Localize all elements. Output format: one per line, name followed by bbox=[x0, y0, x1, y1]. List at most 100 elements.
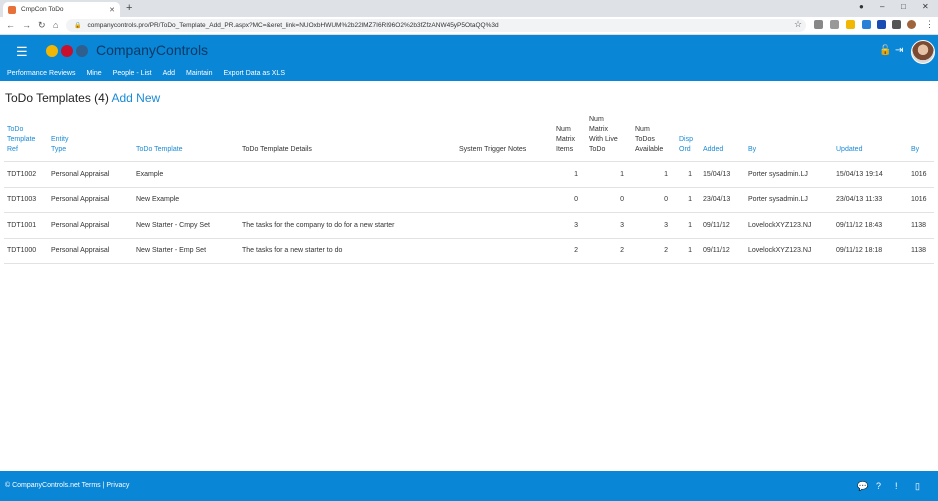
address-bar[interactable]: 🔒 companycontrols.pro/PR/ToDo_Template_A… bbox=[66, 19, 806, 32]
td-template: Example bbox=[133, 161, 239, 187]
td-entity: Personal Appraisal bbox=[48, 161, 133, 187]
td-added-by: Porter sysadmin.LJ bbox=[745, 186, 833, 213]
feedback-icon[interactable]: ! bbox=[895, 481, 898, 491]
extension-icon-5[interactable] bbox=[877, 20, 886, 29]
lock-icon[interactable]: 🔓 bbox=[879, 46, 891, 56]
app-footer: © CompanyControls.net Terms | Privacy 💬 … bbox=[0, 471, 938, 501]
td-ref[interactable]: TDT1003 bbox=[4, 186, 48, 213]
td-details bbox=[239, 186, 456, 213]
browser-menu-icon[interactable]: ⋮ bbox=[925, 19, 934, 30]
col-header-matrix-live: Num Matrix With Live ToDo bbox=[589, 116, 618, 153]
td-ref[interactable]: TDT1000 bbox=[4, 237, 48, 264]
brand-name[interactable]: CompanyControls bbox=[96, 42, 208, 58]
logout-icon[interactable]: ⇥ bbox=[895, 46, 903, 56]
chat-icon[interactable]: 💬 bbox=[857, 481, 868, 491]
extension-icon-3[interactable] bbox=[846, 20, 855, 29]
browser-tab[interactable]: CmpCon ToDo ✕ bbox=[3, 2, 120, 17]
menu-item-export-xls[interactable]: Export Data as XLS bbox=[224, 70, 285, 81]
mobile-icon[interactable]: ▯ bbox=[915, 481, 920, 491]
page-title-text: ToDo Templates (4) bbox=[5, 91, 109, 105]
col-header-added[interactable]: Added bbox=[700, 115, 745, 162]
td-updated-by: 1138 bbox=[908, 237, 934, 264]
col-header-updated[interactable]: Updated bbox=[833, 115, 908, 162]
home-icon[interactable]: ⌂ bbox=[53, 20, 58, 31]
td-todos-available: 1 bbox=[632, 161, 676, 187]
profile-icon[interactable] bbox=[907, 20, 916, 29]
td-trigger bbox=[456, 161, 553, 187]
bookmark-star-icon[interactable]: ☆ bbox=[794, 19, 802, 30]
td-disp-ord: 1 bbox=[676, 186, 700, 213]
td-todos-available: 3 bbox=[632, 212, 676, 238]
td-updated-by: 1016 bbox=[908, 161, 934, 187]
td-trigger bbox=[456, 237, 553, 264]
menu-item-add[interactable]: Add bbox=[163, 70, 175, 81]
col-header-trigger-notes: System Trigger Notes bbox=[459, 146, 527, 153]
td-template: New Example bbox=[133, 186, 239, 213]
table-row: TDT1000 Personal Appraisal New Starter - E… bbox=[4, 237, 934, 264]
col-header-updated-by[interactable]: By bbox=[908, 115, 934, 162]
col-header-ref[interactable]: ToDo Template Ref bbox=[4, 115, 48, 162]
td-template: New Starter - Cmpy Set bbox=[133, 212, 239, 238]
td-entity: Personal Appraisal bbox=[48, 186, 133, 213]
help-icon[interactable]: ? bbox=[876, 481, 881, 491]
footer-text[interactable]: © CompanyControls.net Terms | Privacy bbox=[5, 482, 129, 489]
col-header-disp-ord[interactable]: Disp Ord bbox=[676, 115, 700, 162]
td-ref[interactable]: TDT1002 bbox=[4, 161, 48, 187]
todo-templates-table: ToDo Template Ref Entity Type ToDo Template… bbox=[4, 115, 934, 264]
td-entity: Personal Appraisal bbox=[48, 212, 133, 238]
menu-item-people-list[interactable]: People - List bbox=[113, 70, 152, 81]
page-title: ToDo Templates (4) Add New bbox=[5, 91, 160, 105]
td-updated: 15/04/13 19:14 bbox=[833, 161, 908, 187]
back-icon[interactable]: ← bbox=[6, 20, 15, 31]
extension-icon-1[interactable] bbox=[814, 20, 823, 29]
td-updated: 23/04/13 11:33 bbox=[833, 186, 908, 213]
td-matrix-items: 1 bbox=[553, 161, 586, 187]
extension-icon-4[interactable] bbox=[862, 20, 871, 29]
table-row: TDT1001 Personal Appraisal New Starter - C… bbox=[4, 212, 934, 238]
td-disp-ord: 1 bbox=[676, 237, 700, 264]
table-header-row: ToDo Template Ref Entity Type ToDo Template… bbox=[4, 115, 934, 162]
td-ref[interactable]: TDT1001 bbox=[4, 212, 48, 238]
td-todos-available: 2 bbox=[632, 237, 676, 264]
forward-icon[interactable]: → bbox=[22, 20, 31, 31]
lock-icon: 🔒 bbox=[74, 23, 82, 29]
minimize-icon[interactable]: – bbox=[880, 2, 884, 11]
td-matrix-live: 3 bbox=[586, 212, 632, 238]
hamburger-menu-icon[interactable]: ☰ bbox=[16, 45, 28, 58]
browser-tabstrip: CmpCon ToDo ✕ + ● – □ ✕ bbox=[0, 0, 938, 17]
col-header-added-by[interactable]: By bbox=[745, 115, 833, 162]
record-icon[interactable]: ● bbox=[859, 2, 864, 11]
maximize-icon[interactable]: □ bbox=[901, 2, 906, 11]
tab-title: CmpCon ToDo bbox=[21, 6, 64, 13]
reload-icon[interactable]: ↻ bbox=[38, 20, 46, 31]
td-details: The tasks for the company to do for a ne… bbox=[239, 212, 456, 238]
td-entity: Personal Appraisal bbox=[48, 237, 133, 264]
menu-item-maintain[interactable]: Maintain bbox=[186, 70, 212, 81]
extension-icon-2[interactable] bbox=[830, 20, 839, 29]
td-disp-ord: 1 bbox=[676, 161, 700, 187]
td-details bbox=[239, 161, 456, 187]
browser-toolbar: ← → ↻ ⌂ 🔒 companycontrols.pro/PR/ToDo_Te… bbox=[0, 17, 938, 35]
col-header-todo-template[interactable]: ToDo Template bbox=[133, 115, 239, 162]
close-window-icon[interactable]: ✕ bbox=[922, 2, 929, 11]
td-matrix-live: 2 bbox=[586, 237, 632, 264]
close-tab-icon[interactable]: ✕ bbox=[109, 6, 115, 14]
extensions-puzzle-icon[interactable] bbox=[892, 20, 901, 29]
td-todos-available: 0 bbox=[632, 186, 676, 213]
td-updated: 09/11/12 18:43 bbox=[833, 212, 908, 238]
menu-item-mine[interactable]: Mine bbox=[86, 70, 101, 81]
td-added: 23/04/13 bbox=[700, 186, 745, 213]
add-new-link[interactable]: Add New bbox=[112, 91, 161, 105]
td-matrix-live: 0 bbox=[586, 186, 632, 213]
app-header: ☰ CompanyControls 🔓 ⇥ Performance Review… bbox=[0, 35, 938, 81]
table-row: TDT1002 Personal Appraisal Example 1 1 1 1 15/0… bbox=[4, 161, 934, 187]
menu-item-performance-reviews[interactable]: Performance Reviews bbox=[7, 70, 75, 81]
col-header-entity-type[interactable]: Entity Type bbox=[48, 115, 133, 162]
td-matrix-items: 3 bbox=[553, 212, 586, 238]
td-matrix-live: 1 bbox=[586, 161, 632, 187]
td-matrix-items: 0 bbox=[553, 186, 586, 213]
td-trigger bbox=[456, 186, 553, 213]
td-added-by: Porter sysadmin.LJ bbox=[745, 161, 833, 187]
user-avatar[interactable] bbox=[911, 40, 935, 64]
new-tab-icon[interactable]: + bbox=[126, 2, 132, 14]
